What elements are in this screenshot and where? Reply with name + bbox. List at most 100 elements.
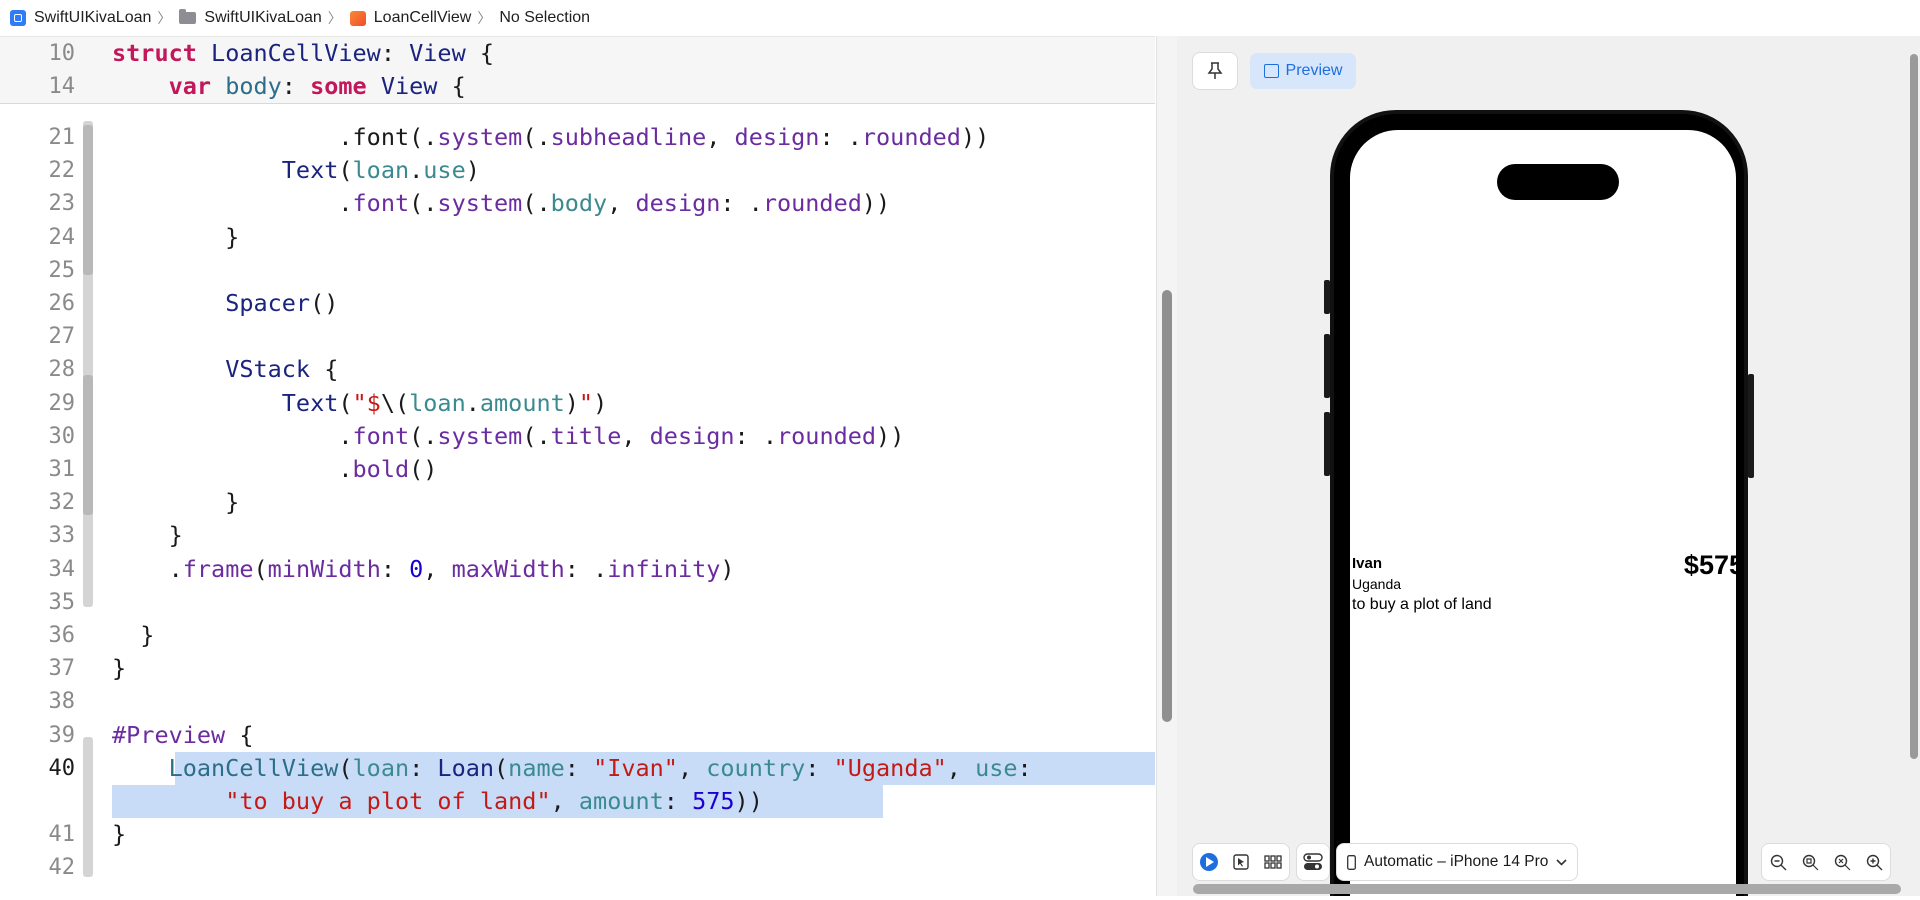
code-token: . bbox=[112, 421, 353, 450]
code-text: "to buy a plot of land", amount: 575)) bbox=[112, 785, 763, 818]
code-line[interactable]: 27 bbox=[0, 320, 1155, 353]
code-line[interactable]: 32 } bbox=[0, 486, 1155, 519]
code-token: (. bbox=[409, 189, 438, 218]
code-fold-ribbon[interactable] bbox=[83, 737, 93, 877]
play-icon bbox=[1200, 853, 1218, 871]
pin-preview-button[interactable] bbox=[1193, 53, 1237, 89]
code-fold-ribbon[interactable] bbox=[83, 125, 93, 275]
variants-button[interactable] bbox=[1263, 852, 1283, 872]
code-text: } bbox=[112, 652, 126, 685]
code-token: ( bbox=[338, 753, 353, 782]
code-token: , bbox=[677, 753, 707, 782]
code-line[interactable]: 39 #Preview { bbox=[0, 719, 1155, 752]
code-line[interactable]: 24 } bbox=[0, 221, 1155, 254]
device-settings-group bbox=[1297, 844, 1329, 880]
zoom-out-button[interactable] bbox=[1768, 852, 1788, 872]
code-token: View bbox=[409, 39, 466, 67]
code-line[interactable]: 41} bbox=[0, 818, 1155, 851]
canvas-vertical-scrollbar[interactable] bbox=[1906, 54, 1920, 759]
code-line[interactable]: 23 .font(.system(.body, design: .rounded… bbox=[0, 187, 1155, 220]
code-line[interactable]: 30 .font(.system(.title, design: .rounde… bbox=[0, 420, 1155, 453]
code-line[interactable]: 36 } bbox=[0, 619, 1155, 652]
code-token: , bbox=[946, 753, 976, 782]
code-line[interactable]: 14 var body: some View { bbox=[0, 70, 1155, 104]
code-line[interactable]: "to buy a plot of land", amount: 575)) bbox=[0, 785, 1155, 818]
code-line[interactable]: 28 VStack { bbox=[0, 353, 1155, 386]
canvas-vertical-scrollbar-thumb[interactable] bbox=[1910, 54, 1918, 759]
breadcrumb-selection[interactable]: No Selection bbox=[499, 9, 590, 27]
device-picker[interactable]: Automatic – iPhone 14 Pro bbox=[1337, 844, 1578, 880]
line-number: 33 bbox=[48, 523, 76, 549]
line-number: 36 bbox=[48, 623, 76, 648]
code-line[interactable]: 29 Text("$\(loan.amount)") bbox=[0, 387, 1155, 420]
breadcrumb-project-label: SwiftUIKivaLoan bbox=[34, 9, 152, 26]
zoom-out-icon bbox=[1770, 854, 1786, 870]
editor-scrollbar[interactable] bbox=[1156, 36, 1177, 896]
code-line[interactable]: 10 struct LoanCellView: View { bbox=[0, 37, 1155, 71]
code-token: )) bbox=[960, 123, 990, 151]
code-token: ) bbox=[593, 388, 608, 417]
breadcrumb-project[interactable]: SwiftUIKivaLoan bbox=[0, 9, 151, 27]
device-settings-icon bbox=[1303, 853, 1323, 870]
zoom-in-button[interactable] bbox=[1864, 852, 1884, 872]
code-line[interactable]: 34 .frame(minWidth: 0, maxWidth: .infini… bbox=[0, 553, 1155, 586]
code-token: "Uganda" bbox=[833, 753, 947, 782]
phone-screen[interactable]: Ivan Uganda to buy a plot of land $575 bbox=[1350, 130, 1736, 900]
code-line[interactable]: 35 bbox=[0, 586, 1155, 619]
canvas-horizontal-scrollbar[interactable] bbox=[1193, 884, 1901, 894]
code-token: } bbox=[112, 488, 240, 517]
code-token: )) bbox=[861, 189, 891, 218]
zoom-100-button[interactable] bbox=[1832, 852, 1852, 872]
code-token: subheadline bbox=[550, 123, 707, 151]
code-line[interactable]: 38 bbox=[0, 685, 1155, 718]
line-number: 31 bbox=[48, 457, 76, 482]
code-line[interactable]: 22 Text(loan.use) bbox=[0, 154, 1155, 187]
chevron-down-icon bbox=[1556, 858, 1567, 866]
breadcrumb-file[interactable]: LoanCellView bbox=[349, 9, 471, 27]
dynamic-island bbox=[1497, 164, 1619, 200]
iphone-frame: Ivan Uganda to buy a plot of land $575 bbox=[1324, 110, 1754, 900]
code-text: VStack { bbox=[112, 353, 338, 386]
code-token: Spacer bbox=[225, 289, 311, 317]
code-token: : bbox=[380, 39, 410, 67]
selectable-mode-button[interactable] bbox=[1231, 852, 1251, 872]
code-token: LoanCellView bbox=[211, 39, 381, 67]
code-line[interactable]: 42 bbox=[0, 851, 1155, 884]
code-text: Text("$\(loan.amount)") bbox=[112, 387, 607, 420]
code-token: Text bbox=[281, 388, 339, 417]
line-number: 34 bbox=[48, 556, 76, 582]
preview-tab-button[interactable]: Preview bbox=[1250, 53, 1356, 89]
editor-scrollbar-thumb[interactable] bbox=[1162, 290, 1172, 722]
code-token: , bbox=[706, 123, 735, 151]
code-token: . bbox=[409, 156, 424, 185]
code-token: : bbox=[805, 753, 834, 782]
code-token: some bbox=[310, 72, 367, 100]
code-token: } bbox=[112, 521, 183, 550]
line-number: 27 bbox=[48, 324, 76, 350]
device-settings-button[interactable] bbox=[1303, 852, 1323, 872]
breadcrumb-selection-label: No Selection bbox=[499, 9, 591, 26]
code-token: "$ bbox=[352, 388, 381, 417]
code-line[interactable]: 31 .bold() bbox=[0, 453, 1155, 486]
code-line[interactable]: 26 Spacer() bbox=[0, 287, 1155, 320]
code-line[interactable]: 21 .font(.system(.subheadline, design: .… bbox=[0, 121, 1155, 154]
code-text: #Preview { bbox=[112, 719, 253, 752]
code-line[interactable]: 33 } bbox=[0, 519, 1155, 552]
line-number: 41 bbox=[48, 822, 76, 848]
zoom-to-fit-button[interactable] bbox=[1800, 852, 1820, 872]
loan-country-text: Uganda bbox=[1352, 576, 1402, 592]
code-line[interactable]: 37} bbox=[0, 652, 1155, 685]
line-number: 14 bbox=[48, 74, 76, 99]
volume-down-button bbox=[1324, 412, 1330, 476]
code-fold-ribbon[interactable] bbox=[83, 375, 93, 515]
breadcrumb-folder[interactable]: SwiftUIKivaLoan bbox=[179, 9, 322, 27]
code-token: ) bbox=[564, 388, 579, 417]
chevron-right-icon: 〉 bbox=[477, 10, 492, 26]
source-editor[interactable]: Text(loan.country)10struct LoanCellView:… bbox=[0, 36, 1155, 897]
code-line[interactable]: 25 bbox=[0, 254, 1155, 287]
live-mode-button[interactable] bbox=[1199, 852, 1219, 872]
code-line[interactable]: 40 LoanCellView(loan: Loan(name: "Ivan",… bbox=[0, 751, 1155, 785]
